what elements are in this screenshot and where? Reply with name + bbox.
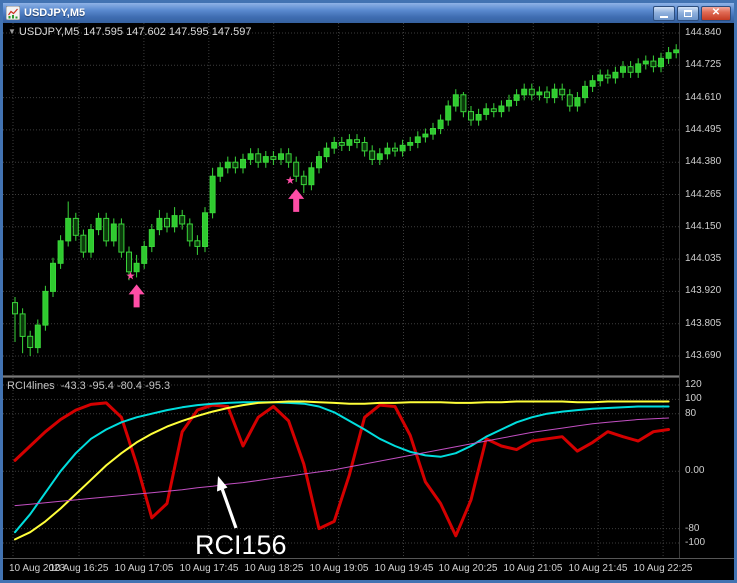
indicator-scale-label: 0.00	[685, 465, 705, 476]
chart-ohlc-label: 147.595 147.602 147.595 147.597	[83, 26, 252, 38]
price-axis-label: 144.725	[685, 59, 722, 70]
time-axis-label: 10 Aug 18:25	[244, 563, 304, 574]
buy-arrow-icon[interactable]	[128, 284, 145, 308]
price-axis-label: 144.840	[685, 27, 722, 38]
window-controls: ✕	[653, 5, 731, 21]
close-button[interactable]: ✕	[701, 5, 731, 21]
time-axis-label: 10 Aug 19:05	[309, 563, 369, 574]
indicator-label: RCI4lines -43.3 -95.4 -80.4 -95.3	[7, 380, 176, 392]
indicator-values: -43.3 -95.4 -80.4 -95.3	[60, 380, 171, 392]
chart-icon-image	[5, 5, 21, 21]
close-icon: ✕	[711, 7, 721, 18]
maximize-button[interactable]	[677, 5, 699, 21]
window-title: USDJPY,M5	[24, 7, 86, 19]
main-grid	[3, 23, 679, 375]
annotation-arrow-line	[220, 488, 238, 529]
time-axis-label: 10 Aug 21:05	[503, 563, 563, 574]
price-axis[interactable]: 144.840 144.725 144.610 144.495 144.380 144.2…	[679, 23, 734, 558]
candles[interactable]	[12, 44, 679, 356]
indicator-line-rci-long-yellow[interactable]	[14, 400, 670, 541]
time-axis[interactable]: 10 Aug 2023 10 Aug 16:25 10 Aug 17:05 10 Au…	[3, 558, 734, 580]
price-axis-label: 144.380	[685, 156, 722, 167]
maximize-icon	[684, 9, 692, 17]
time-axis-label: 10 Aug 20:25	[438, 563, 498, 574]
price-axis-label: 143.690	[685, 350, 722, 361]
price-axis-label: 144.150	[685, 221, 722, 232]
star-icon: ★	[285, 175, 295, 187]
price-axis-label: 144.495	[685, 124, 722, 135]
chart-icon[interactable]	[5, 5, 21, 21]
indicator-scale-label: 120	[685, 379, 702, 390]
price-axis-label: 144.610	[685, 92, 722, 103]
chart-symbol-label: USDJPY,M5	[18, 26, 80, 38]
indicator-scale-label: -80	[685, 523, 700, 534]
time-axis-label: 10 Aug 17:45	[179, 563, 239, 574]
minimize-button[interactable]	[653, 5, 675, 21]
chart-info-label: ▼ USDJPY,M5 147.595 147.602 147.595 147.59…	[8, 26, 255, 38]
indicator-line-RCI156-magenta[interactable]	[14, 417, 670, 507]
main-price-chart[interactable]: ★★	[3, 23, 679, 375]
chart-window: USDJPY,M5 ✕ ★ ★ ▼ USDJPY,M5 147.595 147.602…	[0, 0, 737, 583]
price-axis-label: 144.265	[685, 189, 722, 200]
indicator-pane[interactable]: RCI156	[3, 378, 679, 558]
collapse-triangle-icon[interactable]: ▼	[8, 27, 16, 36]
buy-arrow-icon[interactable]	[288, 188, 305, 212]
annotation-arrowhead-icon	[217, 476, 228, 492]
indicator-line-rci-mid-cyan[interactable]	[14, 401, 670, 534]
time-axis-label: 10 Aug 22:25	[633, 563, 693, 574]
title-bar[interactable]: USDJPY,M5 ✕	[3, 3, 734, 23]
indicator-line-rci-short-red[interactable]	[13, 401, 671, 538]
star-icon: ★	[126, 270, 136, 282]
time-axis-label: 10 Aug 21:45	[568, 563, 628, 574]
price-axis-label: 144.035	[685, 253, 722, 264]
indicator-scale-label: 80	[685, 408, 697, 419]
price-axis-label: 143.920	[685, 285, 722, 296]
time-axis-label: 10 Aug 16:25	[49, 563, 109, 574]
price-axis-label: 143.805	[685, 318, 722, 329]
time-axis-label: 10 Aug 19:45	[374, 563, 434, 574]
time-axis-label: 10 Aug 17:05	[114, 563, 174, 574]
chart-content: ★ ★ ▼ USDJPY,M5 147.595 147.602 147.595 147…	[3, 23, 734, 580]
indicator-scale-label: -100	[685, 537, 706, 548]
indicator-scale-label: 100	[685, 393, 702, 404]
minimize-icon	[660, 15, 668, 18]
indicator-name: RCI4lines	[7, 380, 55, 392]
annotation-text: RCI156	[195, 530, 287, 558]
